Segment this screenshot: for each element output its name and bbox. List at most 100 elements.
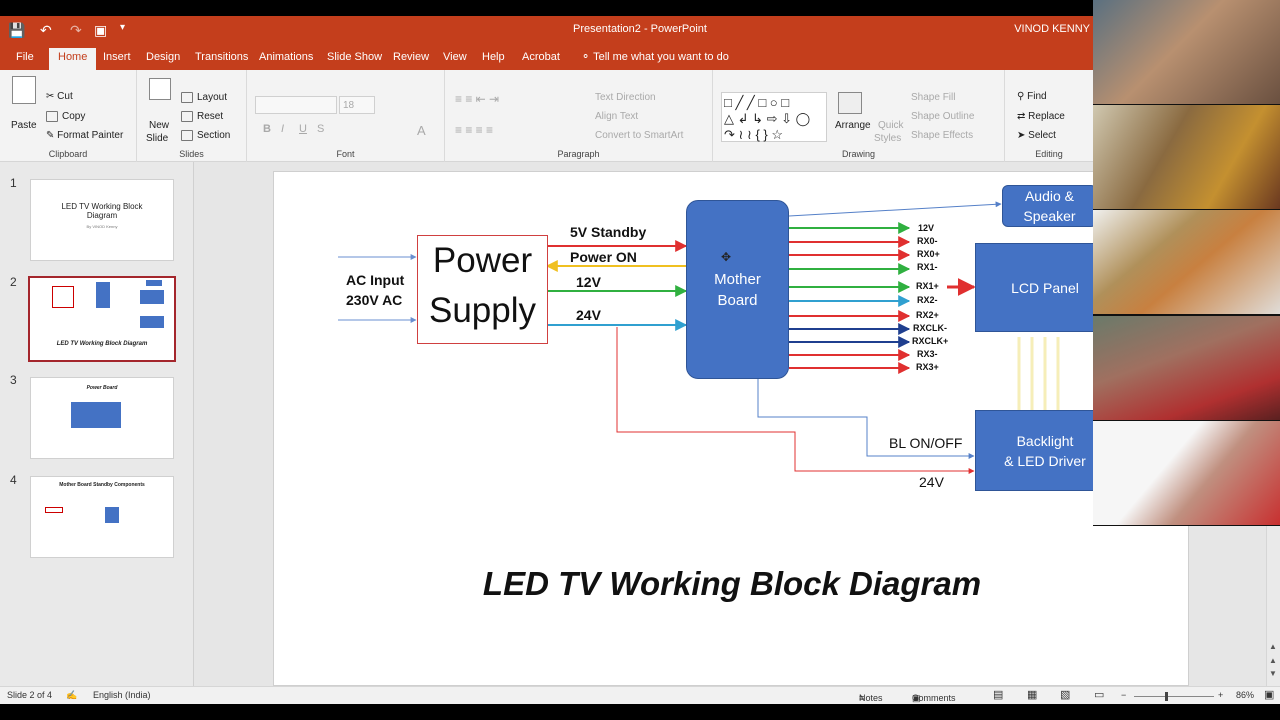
user-name[interactable]: VINOD KENNY [1014, 23, 1090, 35]
tab-transitions[interactable]: Transitions [186, 48, 257, 70]
arrange-icon[interactable] [838, 92, 862, 114]
bold-button[interactable]: B [263, 123, 271, 135]
reset-button[interactable]: Reset [181, 111, 223, 122]
quick-styles-line2[interactable]: Styles [874, 133, 901, 144]
tab-slide-show[interactable]: Slide Show [318, 48, 391, 70]
tab-help[interactable]: Help [473, 48, 514, 70]
paste-button[interactable]: Paste [11, 120, 37, 131]
paragraph-label: Paragraph [557, 149, 600, 159]
find-button[interactable]: ⚲ Find [1017, 91, 1047, 102]
tab-animations[interactable]: Animations [250, 48, 322, 70]
title-bar: 💾 ↶ ↷ ▣ ▾ Presentation2 - PowerPoint VIN… [0, 16, 1280, 44]
slide-thumbnail-3[interactable]: Power Board [30, 377, 174, 459]
italic-button[interactable]: I [281, 123, 284, 135]
power-supply-box[interactable]: Power Supply [417, 235, 548, 344]
reading-view-icon[interactable]: ▧ [1060, 688, 1070, 701]
shapes-gallery[interactable]: □ ╱ ╱ □ ○ □ △ ↲ ↳ ⇨ ⇩ ◯ ↷ ≀ ≀ { } ☆ [721, 92, 827, 142]
font-label: Font [336, 149, 355, 159]
participant-video-1 [1093, 0, 1280, 104]
quick-styles-line1[interactable]: Quick [878, 120, 904, 131]
zoom-level[interactable]: 86% [1236, 690, 1254, 700]
drawing-group: □ ╱ ╱ □ ○ □ △ ↲ ↳ ⇨ ⇩ ◯ ↷ ≀ ≀ { } ☆ Arrang… [713, 70, 1005, 162]
tell-me-search[interactable]: ⚬ Tell me what you want to do [572, 48, 738, 70]
replace-button[interactable]: ⇄ Replace [1017, 111, 1065, 122]
slide-sorter-icon[interactable]: ▦ [1027, 688, 1037, 701]
shape-outline-button[interactable]: Shape Outline [911, 111, 974, 122]
audio-speaker-box[interactable]: Audio & Speaker [1002, 185, 1097, 227]
layout-label: Layout [197, 92, 228, 104]
shadow-button[interactable]: S [317, 123, 324, 135]
thumb-mb-box [96, 282, 110, 308]
sig-label-rx1p: RX1+ [916, 281, 939, 291]
align-text-button[interactable]: Align Text [595, 111, 638, 122]
tab-file[interactable]: File [7, 48, 43, 70]
cut-button[interactable]: ✂ Cut [46, 91, 73, 102]
smartart-button[interactable]: Convert to SmartArt [595, 130, 683, 141]
thumb-title-3: Power Board [86, 385, 118, 391]
backlight-line2: & LED Driver [1004, 452, 1086, 469]
tab-review[interactable]: Review [384, 48, 438, 70]
zoom-slider-thumb[interactable] [1165, 692, 1168, 701]
slide-thumbnail-2[interactable]: LED TV Working Block Diagram [28, 276, 176, 362]
copy-icon [46, 111, 58, 122]
thumb-audio-box [146, 280, 162, 286]
thumb-power-box [52, 286, 74, 308]
video-call-panel [1093, 0, 1280, 526]
fit-slide-icon[interactable]: ▣ [1264, 688, 1274, 701]
mother-board-line2: Board [717, 291, 758, 309]
backlight-line1: Backlight [1016, 432, 1074, 449]
section-icon [181, 130, 193, 141]
scroll-up-icon[interactable]: ▲ [1269, 642, 1277, 651]
zoom-slider[interactable] [1134, 696, 1214, 697]
slide-thumbnail-1[interactable]: LED TV Working Block Diagram By VINOD Ke… [30, 179, 174, 261]
section-button[interactable]: Section [181, 130, 230, 141]
font-color-button[interactable]: A [417, 123, 426, 138]
ac-input-line1: AC Input [346, 272, 405, 288]
alignment-icons[interactable]: ≡ ≡ ≡ ≡ [455, 123, 493, 137]
lightbulb-icon: ⚬ [581, 51, 591, 63]
thumb-number-4: 4 [10, 473, 17, 487]
tab-home[interactable]: Home [49, 48, 97, 70]
zoom-in-icon[interactable]: + [1218, 690, 1223, 700]
format-painter-button[interactable]: ✎ Format Painter [46, 130, 123, 141]
language[interactable]: English (India) [93, 690, 151, 700]
next-slide-icon[interactable]: ▼ [1269, 669, 1277, 678]
paste-icon[interactable] [12, 76, 36, 104]
slide-canvas[interactable]: Power Supply AC Input 230V AC 5V Standby… [273, 171, 1189, 686]
font-size-select[interactable]: 18 [339, 96, 375, 114]
copy-button[interactable]: Copy [46, 111, 85, 122]
normal-view-icon[interactable]: ▤ [993, 688, 1003, 701]
slide-thumbnail-4[interactable]: Mother Board Standby Components [30, 476, 174, 558]
power-supply-line2: Supply [428, 291, 537, 330]
arrange-button[interactable]: Arrange [835, 120, 871, 131]
shape-effects-button[interactable]: Shape Effects [911, 130, 973, 141]
audio-arrow [788, 201, 1002, 217]
tab-insert[interactable]: Insert [94, 48, 140, 70]
v24-bottom-label: 24V [919, 474, 944, 490]
slideshow-view-icon[interactable]: ▭ [1094, 688, 1104, 701]
spellcheck-icon[interactable]: ✍ [66, 690, 77, 701]
bullets-icon[interactable]: ≡ ≡ ⇤ ⇥ [455, 92, 499, 106]
cursor-icon: ➤ [1017, 130, 1026, 141]
mother-board-box[interactable]: Mother Board [686, 200, 789, 379]
tab-design[interactable]: Design [137, 48, 189, 70]
thumb-number-2: 2 [10, 275, 17, 289]
prev-slide-icon[interactable]: ▲ [1269, 656, 1277, 665]
new-slide-line2[interactable]: Slide [146, 133, 168, 144]
editing-label: Editing [1035, 149, 1063, 159]
select-button[interactable]: ➤ Select [1017, 130, 1056, 141]
new-slide-icon[interactable] [149, 78, 171, 100]
ac-input-label: AC Input 230V AC [346, 270, 404, 310]
power-on-label: Power ON [570, 249, 637, 265]
new-slide-line1[interactable]: New [149, 120, 169, 131]
tab-acrobat[interactable]: Acrobat [513, 48, 569, 70]
underline-button[interactable]: U [299, 123, 307, 135]
brush-icon: ✎ [46, 130, 55, 141]
font-family-select[interactable] [255, 96, 337, 114]
text-direction-button[interactable]: Text Direction [595, 92, 656, 103]
tab-view[interactable]: View [434, 48, 476, 70]
shape-fill-button[interactable]: Shape Fill [911, 92, 955, 103]
participant-video-2 [1093, 105, 1280, 209]
zoom-out-icon[interactable]: − [1121, 690, 1126, 700]
layout-button[interactable]: Layout [181, 92, 227, 103]
